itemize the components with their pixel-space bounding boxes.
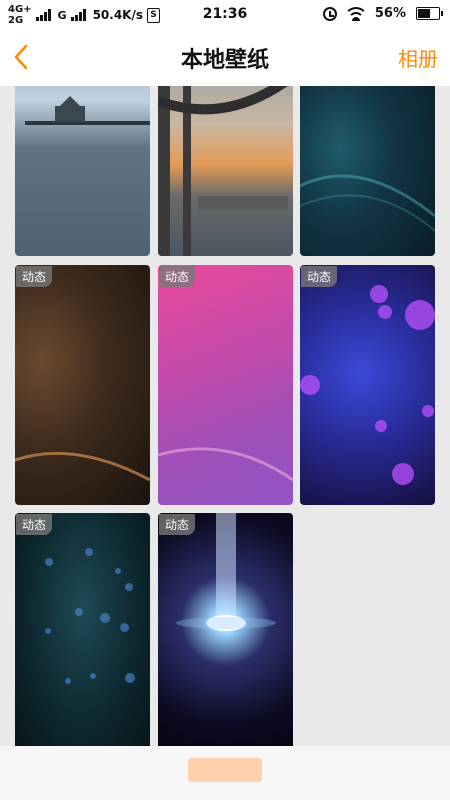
wifi-icon <box>346 6 365 21</box>
wallpaper-tile[interactable] <box>300 86 435 256</box>
bottom-bar <box>0 746 450 800</box>
wallpaper-tile[interactable]: 动态 <box>158 513 293 746</box>
dynamic-badge: 动态 <box>301 266 338 287</box>
pier-thumbnail <box>25 96 150 125</box>
album-button[interactable]: 相册 <box>398 43 438 72</box>
wallpaper-tile[interactable] <box>158 86 293 256</box>
swirl-thumbnail <box>15 451 150 482</box>
status-bar: 4G+ 2G G 50.4K/s S 21:36 56% <box>0 0 450 30</box>
nav-bar: 本地壁纸 相册 <box>0 30 450 86</box>
dynamic-badge: 动态 <box>16 514 53 535</box>
wallpaper-tile[interactable]: 动态 <box>15 513 150 746</box>
status-right: 56% <box>322 6 443 21</box>
wave-thumbnail <box>300 174 435 232</box>
wallpaper-grid: 动态 动态 动态 动态 动态 <box>0 86 450 746</box>
alarm-icon <box>322 6 337 21</box>
page-title: 本地壁纸 <box>180 48 269 73</box>
wallpaper-tile[interactable] <box>15 86 150 256</box>
wallpaper-tile[interactable]: 动态 <box>158 265 293 505</box>
bridge-thumbnail <box>158 86 288 256</box>
wallpaper-tile[interactable]: 动态 <box>300 265 435 505</box>
light-beam-thumbnail <box>176 513 276 631</box>
wallpaper-tile[interactable]: 动态 <box>15 265 150 505</box>
battery-percent: 56% <box>374 6 406 21</box>
battery-icon <box>416 7 443 20</box>
apply-button[interactable] <box>188 758 262 782</box>
pink-wave-thumbnail <box>158 447 293 482</box>
